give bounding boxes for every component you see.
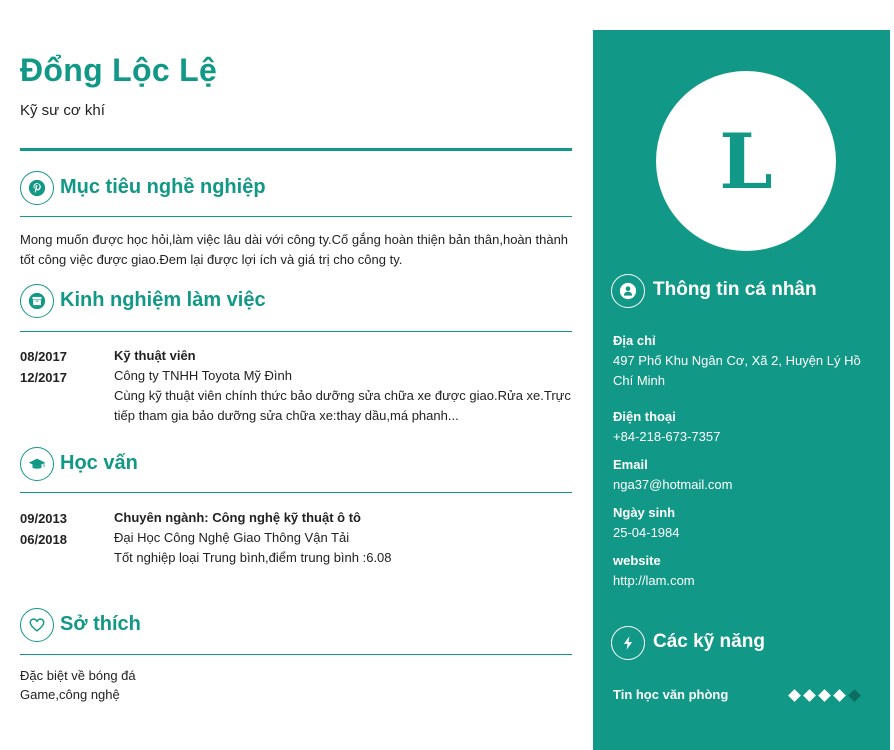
archive-icon bbox=[20, 284, 54, 318]
education-details: Chuyên ngành: Công nghệ kỹ thuật ô tô Đạ… bbox=[114, 508, 572, 568]
skill-row: Tin học văn phòng bbox=[613, 687, 873, 702]
email-value: nga37@hotmail.com bbox=[613, 477, 733, 492]
objective-text: Mong muốn được học hỏi,làm việc lâu dài … bbox=[20, 232, 569, 267]
hobbies-list: Đặc biệt về bóng đá Game,công nghệ bbox=[20, 666, 136, 704]
dob-label: Ngày sinh bbox=[613, 505, 676, 520]
education-divider bbox=[20, 492, 572, 493]
website-block: website http://lam.com bbox=[613, 551, 875, 591]
skills-title: Các kỹ năng bbox=[653, 631, 765, 652]
heart-icon bbox=[20, 608, 54, 642]
education-major: Chuyên ngành: Công nghệ kỹ thuật ô tô bbox=[114, 510, 361, 525]
experience-details: Kỹ thuật viên Công ty TNHH Toyota Mỹ Đìn… bbox=[114, 346, 572, 426]
rating-dot-filled bbox=[803, 689, 816, 702]
rating-dot-filled bbox=[833, 689, 846, 702]
website-value: http://lam.com bbox=[613, 573, 695, 588]
hobby-item: Game,công nghệ bbox=[20, 687, 120, 702]
education-heading: Học vấn bbox=[20, 447, 572, 483]
avatar: L bbox=[656, 71, 836, 251]
hobbies-divider bbox=[20, 654, 572, 655]
bolt-icon bbox=[611, 626, 645, 660]
pinterest-icon bbox=[20, 171, 54, 205]
rating-dot-empty bbox=[848, 689, 861, 702]
experience-heading: Kinh nghiệm làm việc bbox=[20, 284, 572, 320]
address-label: Địa chỉ bbox=[613, 333, 656, 348]
experience-dates: 08/2017 12/2017 bbox=[20, 346, 100, 388]
experience-start-date: 08/2017 bbox=[20, 349, 67, 364]
personal-info-title: Thông tin cá nhân bbox=[653, 279, 817, 300]
phone-label: Điện thoại bbox=[613, 409, 676, 424]
rating-dot-filled bbox=[818, 689, 831, 702]
sidebar: L Thông tin cá nhân Địa chỉ 497 Phố Khu … bbox=[593, 30, 890, 750]
education-title: Học vấn bbox=[60, 452, 138, 474]
skills-heading: Các kỹ năng bbox=[611, 626, 881, 662]
objective-divider bbox=[20, 216, 572, 217]
phone-value: +84-218-673-7357 bbox=[613, 429, 721, 444]
experience-description: Cùng kỹ thuật viên chính thức bảo dưỡng … bbox=[114, 388, 571, 423]
hobbies-title: Sở thích bbox=[60, 613, 141, 635]
hobbies-heading: Sở thích bbox=[20, 608, 572, 644]
rating-dot-filled bbox=[788, 689, 801, 702]
education-dates: 09/2013 06/2018 bbox=[20, 508, 100, 550]
dob-value: 25-04-1984 bbox=[613, 525, 680, 540]
email-block: Email nga37@hotmail.com bbox=[613, 455, 875, 495]
objective-title: Mục tiêu nghề nghiệp bbox=[60, 176, 266, 198]
education-end-date: 06/2018 bbox=[20, 532, 67, 547]
hobby-item: Đặc biệt về bóng đá bbox=[20, 668, 136, 683]
graduation-cap-icon bbox=[20, 447, 54, 481]
experience-end-date: 12/2017 bbox=[20, 370, 67, 385]
experience-company: Công ty TNHH Toyota Mỹ Đình bbox=[114, 368, 292, 383]
experience-divider bbox=[20, 331, 572, 332]
skill-name: Tin học văn phòng bbox=[613, 687, 729, 702]
email-label: Email bbox=[613, 457, 648, 472]
header-divider bbox=[20, 148, 572, 151]
address-value: 497 Phố Khu Ngân Cơ, Xã 2, Huyện Lý Hồ C… bbox=[613, 353, 861, 388]
job-title: Kỹ sư cơ khí bbox=[20, 102, 105, 119]
education-start-date: 09/2013 bbox=[20, 511, 67, 526]
experience-role: Kỹ thuật viên bbox=[114, 348, 196, 363]
website-label: website bbox=[613, 553, 661, 568]
experience-title: Kinh nghiệm làm việc bbox=[60, 289, 266, 311]
user-icon bbox=[611, 274, 645, 308]
address-block: Địa chỉ 497 Phố Khu Ngân Cơ, Xã 2, Huyện… bbox=[613, 331, 875, 391]
education-description: Tốt nghiệp loại Trung bình,điểm trung bì… bbox=[114, 550, 392, 565]
skill-rating bbox=[788, 688, 861, 703]
phone-block: Điện thoại +84-218-673-7357 bbox=[613, 407, 875, 447]
education-school: Đại Học Công Nghệ Giao Thông Vận Tải bbox=[114, 530, 350, 545]
avatar-letter: L bbox=[719, 116, 773, 206]
personal-info-heading: Thông tin cá nhân bbox=[611, 274, 881, 310]
candidate-name: Đổng Lộc Lệ bbox=[20, 52, 218, 88]
objective-heading: Mục tiêu nghề nghiệp bbox=[20, 171, 572, 207]
dob-block: Ngày sinh 25-04-1984 bbox=[613, 503, 875, 543]
